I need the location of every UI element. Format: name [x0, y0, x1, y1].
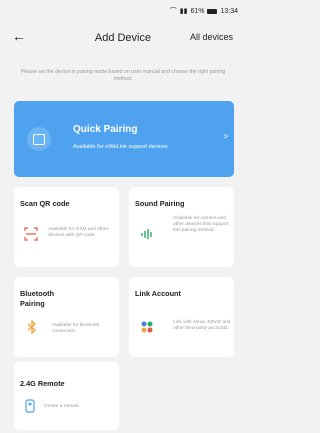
card-title: Scan QR code: [20, 199, 70, 208]
quick-pairing-subtitle: Available for eWeLink support devices: [73, 144, 168, 150]
quick-pairing-card[interactable]: Quick Pairing Available for eWeLink supp…: [14, 101, 234, 177]
card-description: Create a remote.: [44, 404, 80, 409]
instructions-text: Please set the device in pairing mode ba…: [20, 69, 226, 82]
scan-qr-card[interactable]: Scan QR code Available for GSM and other…: [14, 187, 119, 267]
link-account-icon: [141, 321, 153, 333]
qr-scan-icon: [24, 227, 38, 241]
card-title: 2.4G Remote: [20, 379, 65, 388]
card-description: Available for camera and other devices t…: [173, 216, 229, 233]
card-description: Available for bluetooth connection.: [52, 323, 100, 334]
bluetooth-pairing-card[interactable]: Bluetooth Pairing Available for bluetoot…: [14, 277, 119, 357]
card-description: Available for GSM and other devices with…: [48, 227, 109, 238]
chevron-right-icon: >: [223, 132, 228, 141]
battery-icon: [207, 8, 218, 14]
link-account-card[interactable]: Link Account Link with Alexa, EZVIZ and …: [129, 277, 234, 357]
card-title: Sound Pairing: [135, 199, 185, 208]
remote-card[interactable]: 2.4G Remote Create a remote.: [14, 362, 119, 430]
status-right: ⌒ ▮▮ 61% 13:34: [170, 6, 238, 16]
remote-icon: [25, 399, 35, 413]
card-title: Link Account: [135, 289, 181, 298]
battery-percent: 61%: [190, 7, 205, 15]
clock: 13:34: [220, 7, 238, 15]
quick-pairing-icon: [27, 127, 51, 151]
sound-pairing-card[interactable]: Sound Pairing Available for camera and o…: [129, 187, 234, 267]
status-bar: ⌒ ▮▮ 61% 13:34: [0, 0, 246, 18]
quick-pairing-title: Quick Pairing: [73, 124, 138, 135]
sound-wave-icon: [141, 229, 152, 239]
all-devices-link[interactable]: All devices: [190, 32, 233, 42]
signal-icon: ▮▮: [179, 8, 188, 15]
card-title: Bluetooth Pairing: [20, 289, 55, 308]
card-description: Link with Alexa, EZVIZ and other third-p…: [173, 320, 231, 331]
wifi-icon: ⌒: [169, 8, 177, 15]
header: ← Add Device All devices: [0, 28, 246, 50]
bluetooth-icon: [27, 320, 36, 334]
